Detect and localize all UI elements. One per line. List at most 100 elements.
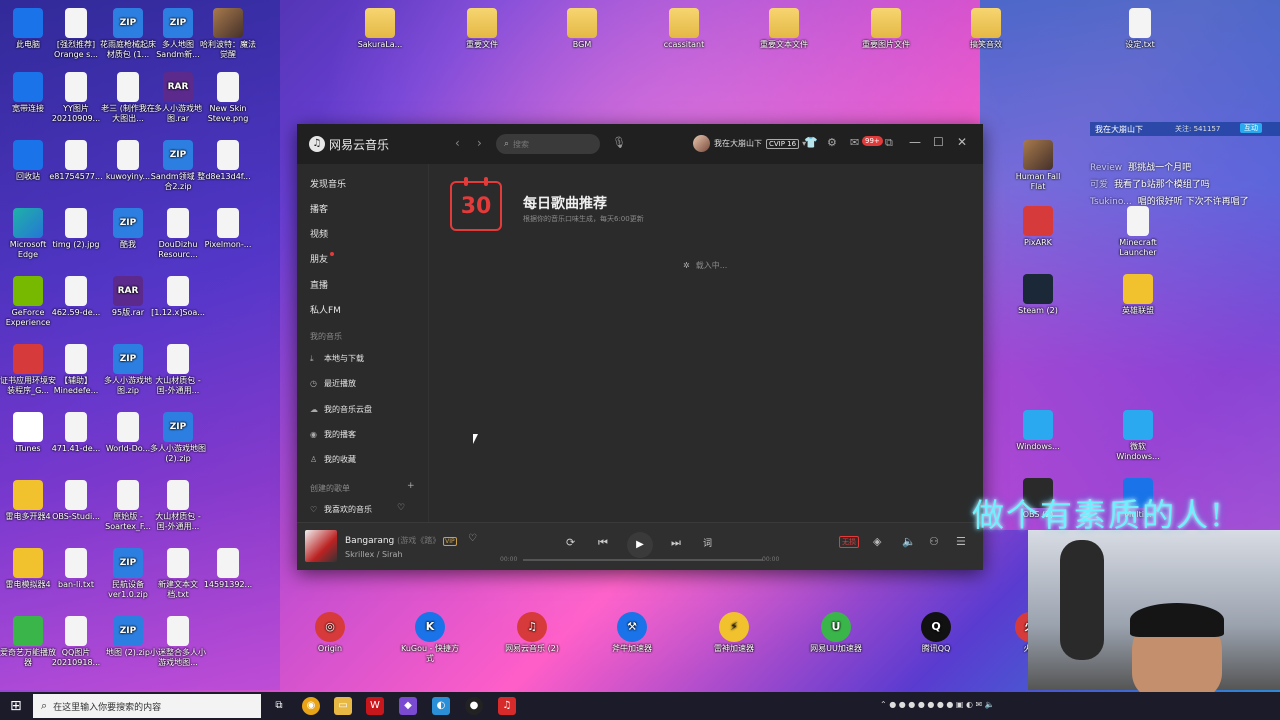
skin-icon[interactable]: 👕	[804, 136, 818, 149]
file-icon[interactable]: 原始版 - Soartex_F...	[100, 480, 156, 532]
maximize-button[interactable]: ☐	[933, 135, 944, 149]
avatar[interactable]	[693, 135, 710, 152]
game-icon[interactable]: 哈利波特：魔法觉醒	[200, 8, 256, 60]
like-icon[interactable]: ♡	[468, 533, 477, 544]
file-icon[interactable]: 【辅助】Minedefe...	[48, 344, 104, 396]
mail-icon[interactable]: ✉	[850, 136, 859, 149]
file-icon[interactable]: 大山材质包 - 国-外通用...	[150, 344, 206, 396]
previous-icon[interactable]: ⏮	[598, 536, 608, 550]
song-artist[interactable]: Skrillex / Sirah	[345, 550, 403, 559]
file-icon[interactable]: 新建文本文档.txt	[150, 548, 206, 600]
zip-icon[interactable]: ZIP 民航设备 ver1.0.zip	[100, 548, 156, 600]
back-button[interactable]: ‹	[455, 136, 460, 150]
sidebar-item-liked[interactable]: ♡ 我喜欢的音乐	[310, 504, 372, 515]
file-icon[interactable]: 大山材质包 - 国-外通用...	[150, 480, 206, 532]
add-playlist-icon[interactable]: +	[407, 481, 415, 491]
interact-button[interactable]: 互动	[1240, 123, 1262, 133]
folder-icon[interactable]: 重要文件	[454, 8, 510, 50]
zip-icon[interactable]: ZIP 酷我	[100, 208, 156, 250]
windows-start-icon[interactable]: ⊞	[10, 698, 22, 714]
file-icon[interactable]: [强烈推荐] Orange s...	[48, 8, 104, 60]
file-icon[interactable]: kuwoyiny...	[100, 140, 156, 182]
folder-icon[interactable]: 搞笑音效	[958, 8, 1014, 50]
sidebar-item-discover[interactable]: 发现音乐	[310, 177, 346, 190]
dock-app-icon[interactable]: K KuGou - 快捷方式	[400, 612, 460, 664]
rar-icon[interactable]: RAR 多人小游戏地图.rar	[150, 72, 206, 124]
zip-icon[interactable]: ZIP 花雨庭枪械起床材质包 (1...	[100, 8, 156, 60]
folder-icon[interactable]: BGM	[554, 8, 610, 50]
search-input[interactable]: ⌕ 搜索	[496, 134, 600, 154]
listen-together-icon[interactable]: ⚇	[929, 535, 939, 548]
voice-search-icon[interactable]: 🎙	[612, 136, 626, 149]
sidebar-item-live[interactable]: 直播	[310, 278, 328, 291]
file-icon[interactable]: 老三 (制作我在大图出...	[100, 72, 156, 124]
sidebar-item-friends[interactable]: 朋友	[310, 252, 335, 265]
game-icon[interactable]: Human Fall Flat	[1010, 140, 1066, 192]
rar-icon[interactable]: RAR 95版.rar	[100, 276, 156, 318]
progress-bar[interactable]	[523, 559, 763, 561]
playlist-icon[interactable]: ☰	[956, 535, 966, 548]
title-bar[interactable]: ♫ 网易云音乐 ‹ › ⌕ 搜索 🎙 我在大崩山下 CVIP 16 ▾ 👕 ⚙ …	[297, 124, 983, 164]
game-icon[interactable]: ◆	[399, 697, 417, 715]
obs-icon[interactable]: ●	[465, 697, 483, 715]
file-icon[interactable]: 14591392...	[200, 548, 256, 590]
steam-icon[interactable]: Steam (2)	[1010, 274, 1066, 316]
sidebar-item-podcast[interactable]: 播客	[310, 202, 328, 215]
sidebar-item-my-podcast[interactable]: ◉ 我的播客	[310, 429, 356, 440]
file-icon[interactable]: timg (2).jpg	[48, 208, 104, 250]
zip-icon[interactable]: ZIP 多人地图 Sandm新...	[150, 8, 206, 60]
user-name[interactable]: 我在大崩山下	[714, 138, 762, 149]
task-view-icon[interactable]: ⧉	[270, 697, 288, 715]
text-file-icon[interactable]: 设定.txt	[1112, 8, 1168, 50]
zip-icon[interactable]: ZIP Sandm领域 整合2.zip	[150, 140, 206, 192]
game-icon[interactable]: 英雄联盟	[1110, 274, 1166, 316]
minimize-button[interactable]: —	[909, 135, 921, 149]
game-icon[interactable]: PixARK	[1010, 206, 1066, 248]
volume-icon[interactable]: 🔈	[902, 535, 916, 548]
file-icon[interactable]: QQ图片 20210918...	[48, 616, 104, 668]
repeat-icon[interactable]: ⟳	[566, 536, 575, 549]
next-icon[interactable]: ⏭	[671, 536, 681, 550]
app-icon[interactable]: ◐	[432, 697, 450, 715]
file-icon[interactable]: 小迷整合多人小游戏地图...	[150, 616, 206, 668]
chrome-icon[interactable]: ◉	[302, 697, 320, 715]
heart-mode-icon[interactable]: ♡	[397, 503, 405, 513]
file-icon[interactable]: e81754577...	[48, 140, 104, 182]
windows-icon[interactable]: 微软 Windows...	[1110, 410, 1166, 462]
close-button[interactable]: ✕	[957, 135, 967, 149]
sidebar-item-cloud[interactable]: ☁ 我的音乐云盘	[310, 404, 372, 415]
folder-icon[interactable]: ccassitant	[656, 8, 712, 50]
sidebar-item-collection[interactable]: ♙ 我的收藏	[310, 454, 356, 465]
song-title[interactable]: Bangarang (游戏《踏》 VIP	[345, 535, 457, 546]
user-menu[interactable]: 我在大崩山下 CVIP 16 ▾	[693, 135, 806, 152]
file-icon[interactable]: 462.59-de...	[48, 276, 104, 318]
file-explorer-icon[interactable]: ▭	[334, 697, 352, 715]
file-icon[interactable]: YY图片 20210909...	[48, 72, 104, 124]
quality-badge[interactable]: 无损	[839, 536, 859, 548]
sidebar-item-local[interactable]: ⤓ 本地与下载	[310, 353, 364, 364]
dock-app-icon[interactable]: ⚒ 斧牛加速器	[602, 612, 662, 654]
file-icon[interactable]: DouDizhu Resourc...	[150, 208, 206, 260]
tray-icons[interactable]: ⌃ ● ● ● ● ● ● ● ▣ ◐ ✉ 🔈	[880, 700, 995, 709]
file-icon[interactable]: d8e13d4f...	[200, 140, 256, 182]
folder-icon[interactable]: SakuraLa...	[352, 8, 408, 50]
file-icon[interactable]: Minecraft Launcher	[1110, 206, 1166, 258]
mini-mode-icon[interactable]: ⧉	[885, 136, 893, 150]
zip-icon[interactable]: ZIP 地图 (2).zip	[100, 616, 156, 658]
sound-effect-icon[interactable]: ◈	[873, 535, 881, 548]
dock-app-icon[interactable]: U 网易UU加速器	[806, 612, 866, 654]
windows-icon[interactable]: Windows...	[1010, 410, 1066, 452]
gear-icon[interactable]: ⚙	[827, 136, 837, 149]
folder-icon[interactable]: 重要文本文件	[756, 8, 812, 50]
taskbar-search-input[interactable]: ⌕ 在这里输入你要搜索的内容	[33, 694, 261, 718]
sidebar-item-recent[interactable]: ◷ 最近播放	[310, 378, 356, 389]
netease-music-taskbar-icon[interactable]: ♫	[498, 697, 516, 715]
dock-app-icon[interactable]: ♫ 网易云音乐 (2)	[502, 612, 562, 654]
zip-icon[interactable]: ZIP 多人小游戏地图 (2).zip	[150, 412, 206, 464]
file-icon[interactable]: 471.41-de...	[48, 412, 104, 454]
album-cover[interactable]	[305, 530, 337, 562]
file-icon[interactable]: New Skin Steve.png	[200, 72, 256, 124]
dock-app-icon[interactable]: Q 腾讯QQ	[906, 612, 966, 654]
folder-icon[interactable]: 重要图片文件	[858, 8, 914, 50]
file-icon[interactable]: Pixelmon-...	[200, 208, 256, 250]
